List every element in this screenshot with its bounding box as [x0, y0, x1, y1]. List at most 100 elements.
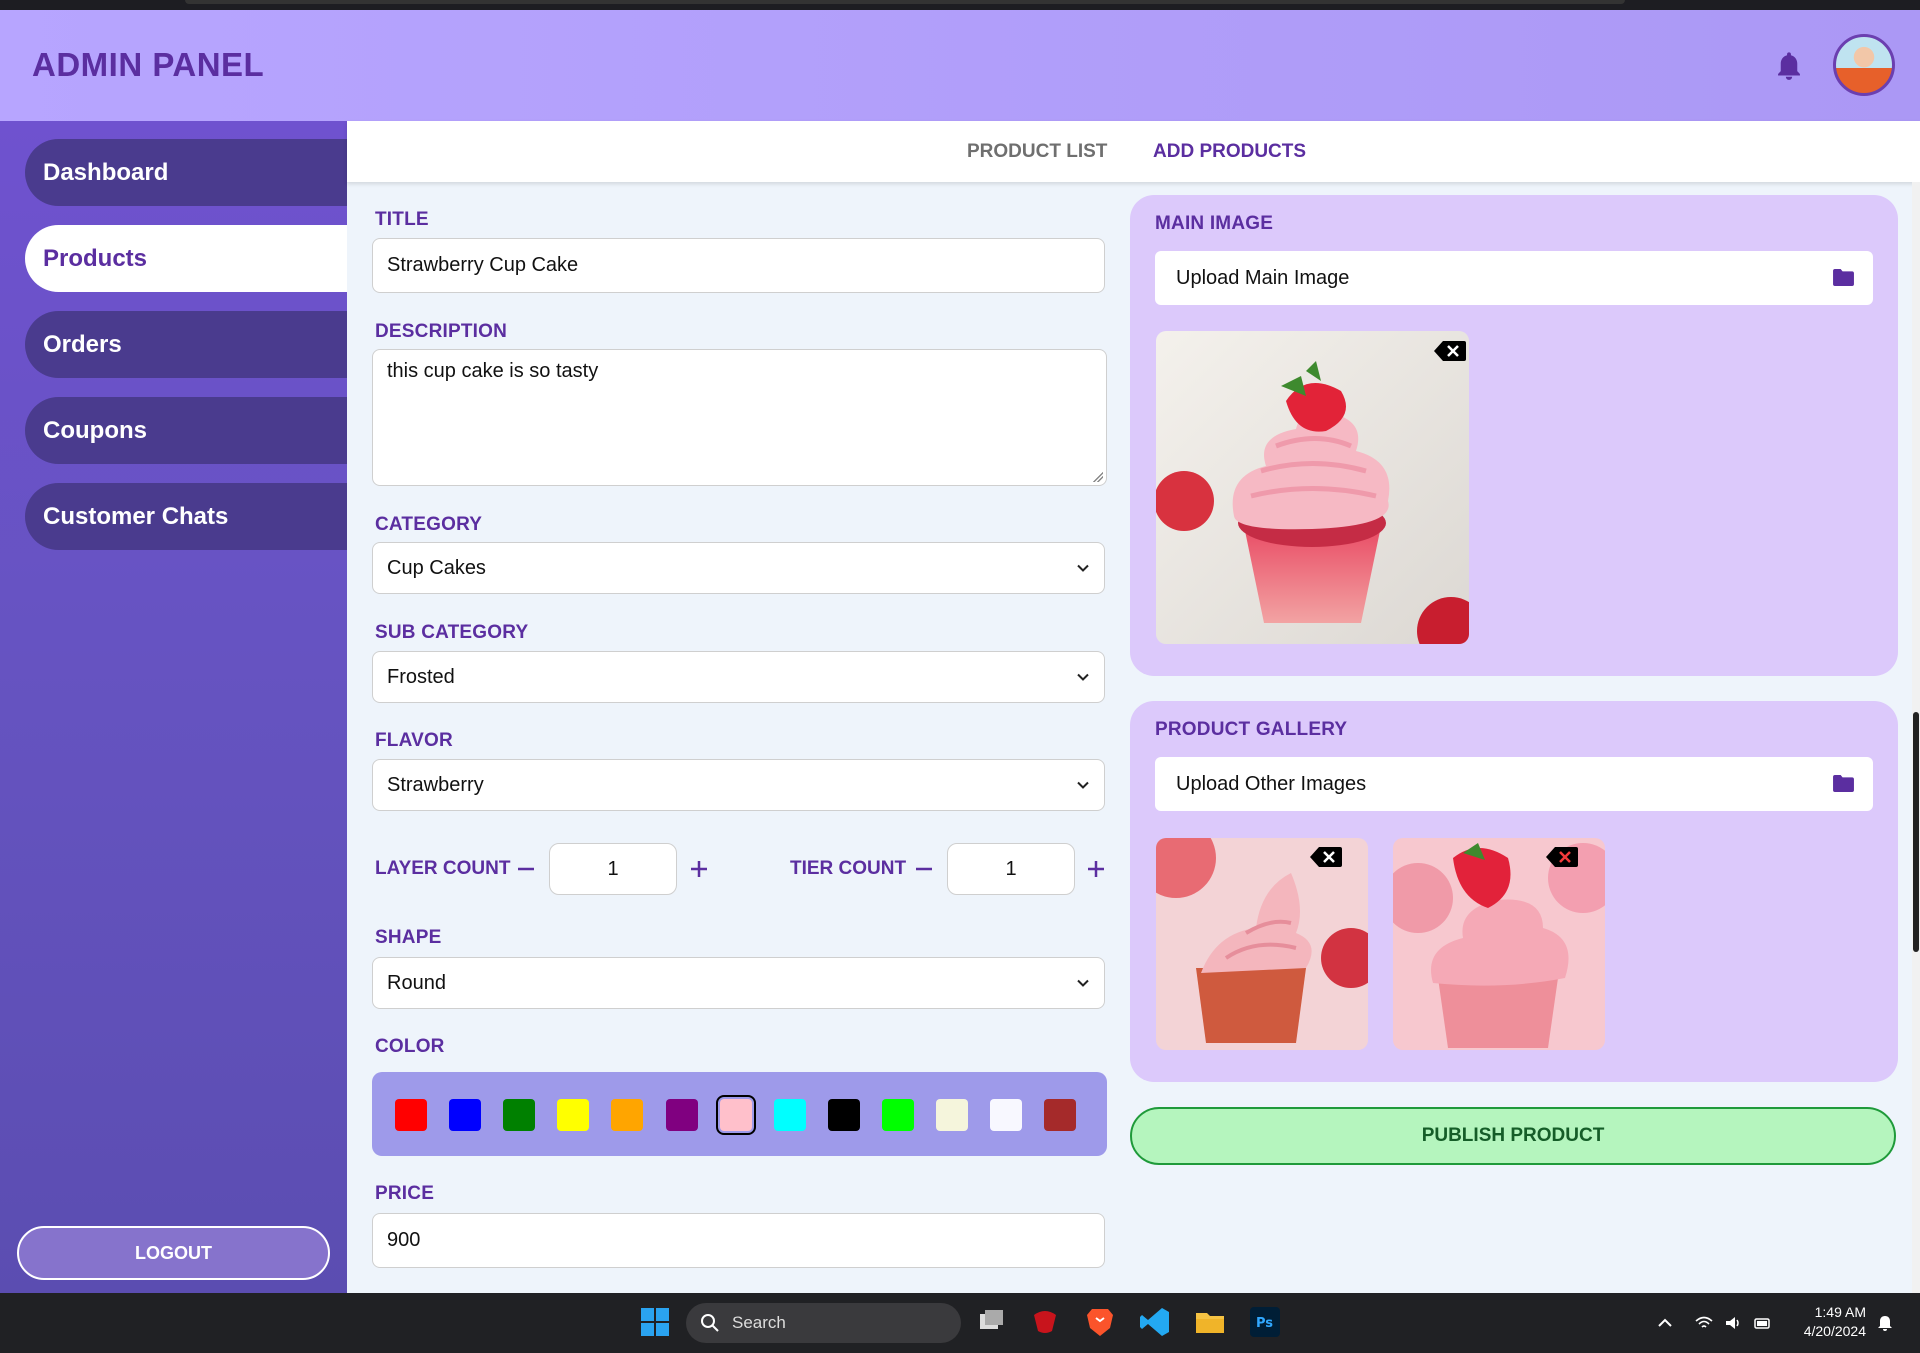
color-swatch[interactable]: [827, 1099, 860, 1131]
upload-other-images-placeholder: Upload Other Images: [1176, 772, 1367, 795]
wifi-icon[interactable]: [1695, 1315, 1713, 1331]
main-image-label: MAIN IMAGE: [1155, 213, 1274, 234]
tab-product-list[interactable]: PRODUCT LIST: [967, 141, 1107, 163]
main-content: PRODUCT LIST ADD PRODUCTS TITLE Strawber…: [347, 121, 1920, 1293]
title-input[interactable]: Strawberry Cup Cake: [372, 238, 1105, 293]
chevron-down-icon: [1077, 979, 1089, 987]
chevron-up-icon[interactable]: [1656, 1315, 1674, 1331]
msi-app-icon[interactable]: [1028, 1305, 1062, 1339]
os-taskbar: Search Ps 1:49 AM 4/20/2024: [0, 1293, 1920, 1353]
cupcake-image: [1156, 331, 1469, 644]
color-swatch[interactable]: [715, 1095, 756, 1135]
top-header: ADMIN PANEL: [0, 10, 1920, 121]
flavor-select-value: Strawberry: [387, 773, 484, 796]
chevron-down-icon: [1077, 564, 1089, 572]
battery-icon[interactable]: [1754, 1315, 1772, 1331]
price-input[interactable]: 900: [372, 1213, 1105, 1268]
title-input-value: Strawberry Cup Cake: [387, 254, 579, 276]
tier-decrement-button[interactable]: [912, 857, 936, 881]
sidebar-item-orders[interactable]: Orders: [25, 311, 347, 378]
browser-tab-bar: [185, 0, 1625, 4]
flavor-label: FLAVOR: [375, 730, 453, 751]
color-swatch[interactable]: [773, 1099, 806, 1131]
cupcake-image: [1393, 838, 1605, 1050]
color-swatch[interactable]: [881, 1099, 914, 1131]
layer-decrement-button[interactable]: [514, 857, 538, 881]
scrollbar-thumb[interactable]: [1913, 712, 1919, 952]
taskbar-search[interactable]: Search: [686, 1303, 961, 1343]
volume-icon[interactable]: [1724, 1315, 1742, 1331]
svg-text:Ps: Ps: [1256, 1316, 1273, 1331]
vscode-icon[interactable]: [1138, 1305, 1172, 1339]
description-label: DESCRIPTION: [375, 321, 508, 342]
color-palette: [372, 1072, 1107, 1156]
gallery-image-2: [1393, 838, 1605, 1050]
task-view-icon[interactable]: [974, 1305, 1008, 1339]
system-clock[interactable]: 1:49 AM 4/20/2024: [1804, 1303, 1866, 1341]
clock-date: 4/20/2024: [1803, 1323, 1866, 1339]
category-select[interactable]: Cup Cakes: [372, 542, 1105, 594]
price-label: PRICE: [375, 1183, 435, 1204]
tab-bar: PRODUCT LIST ADD PRODUCTS: [347, 121, 1920, 182]
bell-icon[interactable]: [1774, 50, 1804, 84]
resize-handle-icon[interactable]: [1093, 472, 1103, 482]
remove-gallery-image-1-button[interactable]: [1309, 846, 1343, 868]
subcategory-select-value: Frosted: [387, 665, 455, 688]
browser-top-strip: [0, 0, 1920, 10]
tab-add-products[interactable]: ADD PRODUCTS: [1153, 141, 1306, 163]
layer-increment-button[interactable]: [687, 857, 711, 881]
tier-increment-button[interactable]: [1084, 857, 1108, 881]
subcategory-select[interactable]: Frosted: [372, 651, 1105, 703]
search-icon: [701, 1314, 719, 1332]
shape-select-value: Round: [387, 971, 446, 994]
shape-label: SHAPE: [375, 927, 442, 948]
shape-select[interactable]: Round: [372, 957, 1105, 1009]
description-textarea[interactable]: this cup cake is so tasty: [372, 349, 1107, 486]
logout-button[interactable]: LOGOUT: [17, 1226, 330, 1280]
flavor-select[interactable]: Strawberry: [372, 759, 1105, 811]
cupcake-image: [1156, 838, 1368, 1050]
brave-browser-icon[interactable]: [1083, 1305, 1117, 1339]
file-explorer-icon[interactable]: [1193, 1305, 1227, 1339]
main-image-preview: [1156, 331, 1469, 644]
description-textarea-value: this cup cake is so tasty: [387, 360, 599, 382]
app-title: ADMIN PANEL: [32, 46, 265, 83]
user-avatar[interactable]: [1833, 34, 1895, 96]
color-swatch[interactable]: [449, 1099, 482, 1131]
tier-count-input[interactable]: 1: [947, 843, 1075, 895]
vertical-scrollbar[interactable]: [1912, 182, 1920, 1293]
color-swatch[interactable]: [611, 1099, 644, 1131]
color-swatch[interactable]: [1044, 1099, 1077, 1131]
remove-gallery-image-2-button[interactable]: [1545, 846, 1579, 868]
color-swatch[interactable]: [503, 1099, 536, 1131]
sidebar: Dashboard Products Orders Coupons Custom…: [0, 121, 347, 1293]
sidebar-item-dashboard[interactable]: Dashboard: [25, 139, 347, 206]
notification-bell-icon[interactable]: [1876, 1315, 1894, 1331]
color-swatch[interactable]: [936, 1099, 968, 1131]
main-image-card: MAIN IMAGE Upload Main Image: [1130, 195, 1898, 676]
photoshop-icon[interactable]: Ps: [1248, 1305, 1282, 1339]
color-swatch[interactable]: [990, 1099, 1023, 1131]
upload-other-images-input[interactable]: Upload Other Images: [1155, 757, 1873, 811]
color-label: COLOR: [375, 1036, 445, 1057]
category-label: CATEGORY: [375, 514, 483, 535]
layer-count-label: LAYER COUNT: [375, 858, 511, 879]
sidebar-item-products[interactable]: Products: [25, 225, 347, 292]
product-gallery-card: PRODUCT GALLERY Upload Other Images: [1130, 701, 1898, 1082]
tier-count-label: TIER COUNT: [790, 858, 907, 879]
publish-product-button[interactable]: PUBLISH PRODUCT: [1130, 1107, 1896, 1165]
upload-main-image-input[interactable]: Upload Main Image: [1155, 251, 1873, 305]
color-swatch[interactable]: [557, 1099, 590, 1131]
subcategory-label: SUB CATEGORY: [375, 622, 529, 643]
price-input-value: 900: [387, 1229, 421, 1251]
remove-main-image-button[interactable]: [1433, 340, 1467, 362]
layer-count-input[interactable]: 1: [549, 843, 677, 895]
color-swatch[interactable]: [665, 1099, 698, 1131]
sidebar-item-customer-chats[interactable]: Customer Chats: [25, 483, 347, 550]
windows-start-icon[interactable]: [638, 1305, 672, 1339]
clock-time: 1:49 AM: [1814, 1304, 1866, 1320]
color-swatch[interactable]: [395, 1099, 427, 1131]
chevron-down-icon: [1077, 781, 1089, 789]
taskbar-search-label: Search: [732, 1313, 786, 1332]
sidebar-item-coupons[interactable]: Coupons: [25, 397, 347, 464]
